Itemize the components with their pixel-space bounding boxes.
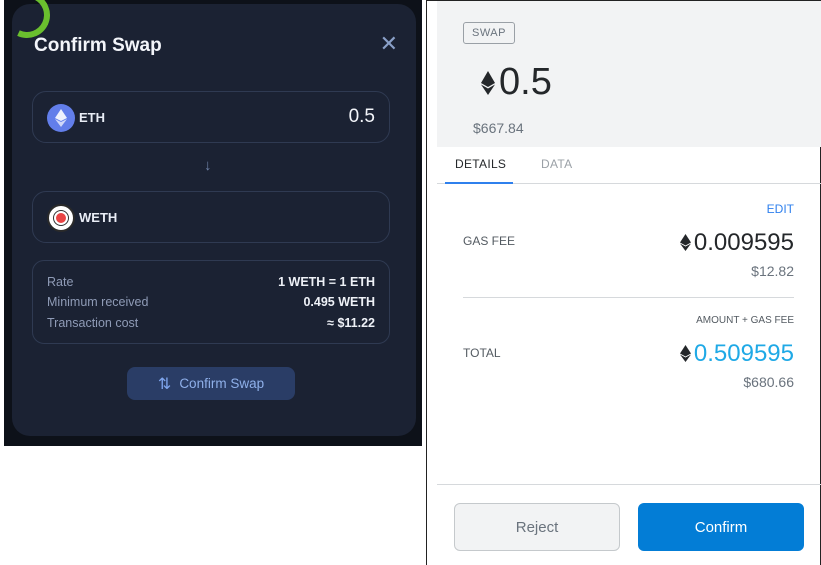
- action-footer: Reject Confirm: [437, 484, 821, 565]
- to-token-field: WETH: [32, 191, 390, 243]
- minimum-received-label: Minimum received: [47, 295, 149, 309]
- gas-fee-fiat: $12.82: [751, 263, 794, 279]
- screenshot-composite: Confirm Swap ✕ ETH 0.5 ↓ WETH Rate 1 WET…: [0, 0, 821, 565]
- swap-fiat-value: $667.84: [473, 120, 524, 136]
- swap-arrows-icon: ⇅: [157, 375, 172, 393]
- from-token-amount: 0.5: [348, 106, 375, 127]
- confirm-swap-modal: Confirm Swap ✕ ETH 0.5 ↓ WETH Rate 1 WET…: [0, 0, 416, 436]
- transaction-cost-value: ≈ $11.22: [327, 316, 375, 330]
- weth-icon: [47, 204, 75, 232]
- modal-title: Confirm Swap: [34, 35, 162, 56]
- arrow-down-icon: ↓: [204, 157, 212, 174]
- eth-diamond-icon: [679, 345, 691, 362]
- dark-swap-window: Confirm Swap ✕ ETH 0.5 ↓ WETH Rate 1 WET…: [0, 0, 422, 446]
- swap-details: Rate 1 WETH = 1 ETH Minimum received 0.4…: [32, 260, 390, 344]
- from-token-symbol: ETH: [79, 110, 105, 125]
- swap-badge: SWAP: [463, 22, 515, 44]
- rate-row: Rate 1 WETH = 1 ETH: [47, 275, 375, 295]
- total-eth: 0.509595: [693, 340, 794, 367]
- minimum-received-row: Minimum received 0.495 WETH: [47, 295, 375, 315]
- active-tab-indicator: [445, 182, 513, 184]
- gas-fee-eth: 0.009595: [693, 229, 794, 256]
- swap-amount: 0.5: [499, 61, 552, 103]
- to-token-symbol: WETH: [79, 210, 118, 225]
- edit-gas-link[interactable]: EDIT: [767, 202, 794, 216]
- transaction-cost-label: Transaction cost: [47, 316, 139, 330]
- tab-data[interactable]: DATA: [541, 157, 572, 171]
- tab-bar: DETAILS DATA: [437, 147, 821, 184]
- minimum-received-value: 0.495 WETH: [303, 295, 375, 309]
- transaction-summary: SWAP 0.5 $667.84: [437, 1, 821, 147]
- amount-plus-gas-label: AMOUNT + GAS FEE: [696, 315, 794, 326]
- eth-diamond-icon: [679, 234, 691, 251]
- eth-icon: [47, 104, 75, 132]
- transaction-cost-row: Transaction cost ≈ $11.22: [47, 316, 375, 336]
- total-label: TOTAL: [463, 346, 501, 360]
- confirm-swap-button[interactable]: ⇅ Confirm Swap: [127, 367, 295, 400]
- confirm-button[interactable]: Confirm: [638, 503, 804, 551]
- total-value: 0.509595: [679, 340, 794, 368]
- reject-button[interactable]: Reject: [454, 503, 620, 551]
- rate-label: Rate: [47, 275, 74, 289]
- gas-fee-value: 0.009595: [679, 229, 794, 257]
- section-divider: [463, 297, 794, 298]
- total-fiat: $680.66: [743, 374, 794, 390]
- tab-details[interactable]: DETAILS: [455, 157, 506, 171]
- wallet-confirm-window: SWAP 0.5 $667.84 DETAILS DATA EDIT GAS F…: [427, 0, 821, 565]
- confirm-swap-label: Confirm Swap: [179, 376, 265, 391]
- gas-fee-label: GAS FEE: [463, 234, 516, 248]
- eth-diamond-icon: [481, 71, 495, 95]
- close-icon[interactable]: ✕: [380, 33, 398, 55]
- rate-value: 1 WETH = 1 ETH: [278, 275, 375, 289]
- from-token-field: ETH 0.5: [32, 91, 390, 143]
